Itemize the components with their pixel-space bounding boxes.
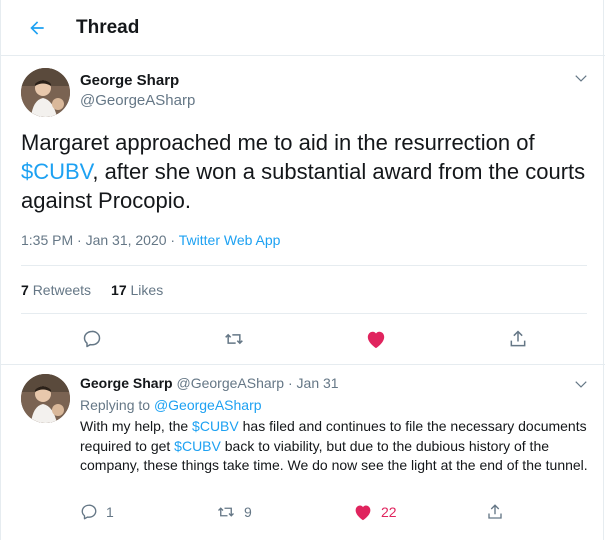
heart-icon xyxy=(367,331,385,349)
author-name[interactable]: George Sharp xyxy=(80,72,179,89)
divider xyxy=(21,313,587,314)
avatar[interactable] xyxy=(21,374,70,423)
reply-actions: 1 9 22 xyxy=(1,501,605,523)
retweet-button[interactable]: 9 xyxy=(216,501,252,523)
profile-photo xyxy=(21,374,70,423)
reply-count: 1 xyxy=(106,504,114,520)
cashtag-link[interactable]: $CUBV xyxy=(192,418,239,434)
engagement-counts: 7 Retweets 17 Likes xyxy=(21,282,163,298)
cashtag-link[interactable]: $CUBV xyxy=(174,438,221,454)
reply-button[interactable]: 1 xyxy=(80,501,114,523)
reply-text: With my help, the $CUBV has filed and co… xyxy=(80,417,590,476)
share-icon xyxy=(510,330,526,347)
date-separator: · xyxy=(284,375,297,391)
retweet-icon xyxy=(218,507,234,517)
more-options-button[interactable] xyxy=(571,68,591,88)
tweet-text-part: , after she won a substantial award from… xyxy=(21,159,586,213)
divider xyxy=(1,364,605,365)
retweet-count: 9 xyxy=(244,504,252,520)
timestamp[interactable]: 1:35 PM · Jan 31, 2020 xyxy=(21,232,167,248)
reply-icon xyxy=(83,330,101,348)
replying-handle-link[interactable]: @GeorgeASharp xyxy=(154,397,262,413)
like-count: 22 xyxy=(381,504,397,520)
retweet-button[interactable] xyxy=(223,328,245,350)
likes-count: 17 xyxy=(111,282,127,298)
likes-stat[interactable]: 17 Likes xyxy=(111,282,163,298)
tweet-actions xyxy=(1,328,605,350)
thread-header: Thread xyxy=(1,0,605,56)
tweet-text: Margaret approached me to aid in the res… xyxy=(21,128,591,215)
retweets-count: 7 xyxy=(21,282,29,298)
retweets-label: Retweets xyxy=(32,282,92,298)
cashtag-link[interactable]: $CUBV xyxy=(21,159,92,184)
replying-to: Replying to @GeorgeASharp xyxy=(80,397,262,413)
reply-button[interactable] xyxy=(81,328,103,350)
retweet-icon xyxy=(225,333,243,345)
share-icon xyxy=(488,504,502,519)
like-button[interactable]: 22 xyxy=(353,501,397,523)
page-title: Thread xyxy=(76,17,140,38)
thread-panel: Thread George Sharp @GeorgeASharp Margar… xyxy=(0,0,605,540)
share-button[interactable] xyxy=(507,328,529,350)
meta-separator: · xyxy=(166,232,179,248)
tweet-text-part: With my help, the xyxy=(80,418,193,434)
tweet-meta: 1:35 PM · Jan 31, 2020 · Twitter Web App xyxy=(21,232,280,248)
reply-icon xyxy=(81,504,97,520)
divider xyxy=(21,265,587,266)
chevron-down-icon xyxy=(575,75,587,82)
retweets-stat[interactable]: 7 Retweets xyxy=(21,282,91,298)
heart-icon xyxy=(355,505,371,521)
share-button[interactable] xyxy=(486,501,504,523)
tweet-date[interactable]: Jan 31 xyxy=(297,375,339,391)
likes-label: Likes xyxy=(130,282,164,298)
more-options-button[interactable] xyxy=(571,374,591,394)
author-handle[interactable]: @GeorgeASharp xyxy=(176,375,284,391)
back-arrow-icon xyxy=(30,21,44,35)
profile-photo xyxy=(21,68,70,117)
tweet-text-part: Margaret approached me to aid in the res… xyxy=(21,130,535,155)
back-button[interactable] xyxy=(23,14,51,42)
author-name[interactable]: George Sharp xyxy=(80,375,173,391)
like-button[interactable] xyxy=(365,328,387,350)
replying-label: Replying to xyxy=(80,397,154,413)
author-handle[interactable]: @GeorgeASharp xyxy=(80,92,195,109)
avatar[interactable] xyxy=(21,68,70,117)
reply-header: George Sharp @GeorgeASharp · Jan 31 xyxy=(80,375,339,391)
chevron-down-icon xyxy=(575,381,587,388)
source-link[interactable]: Twitter Web App xyxy=(179,232,281,248)
